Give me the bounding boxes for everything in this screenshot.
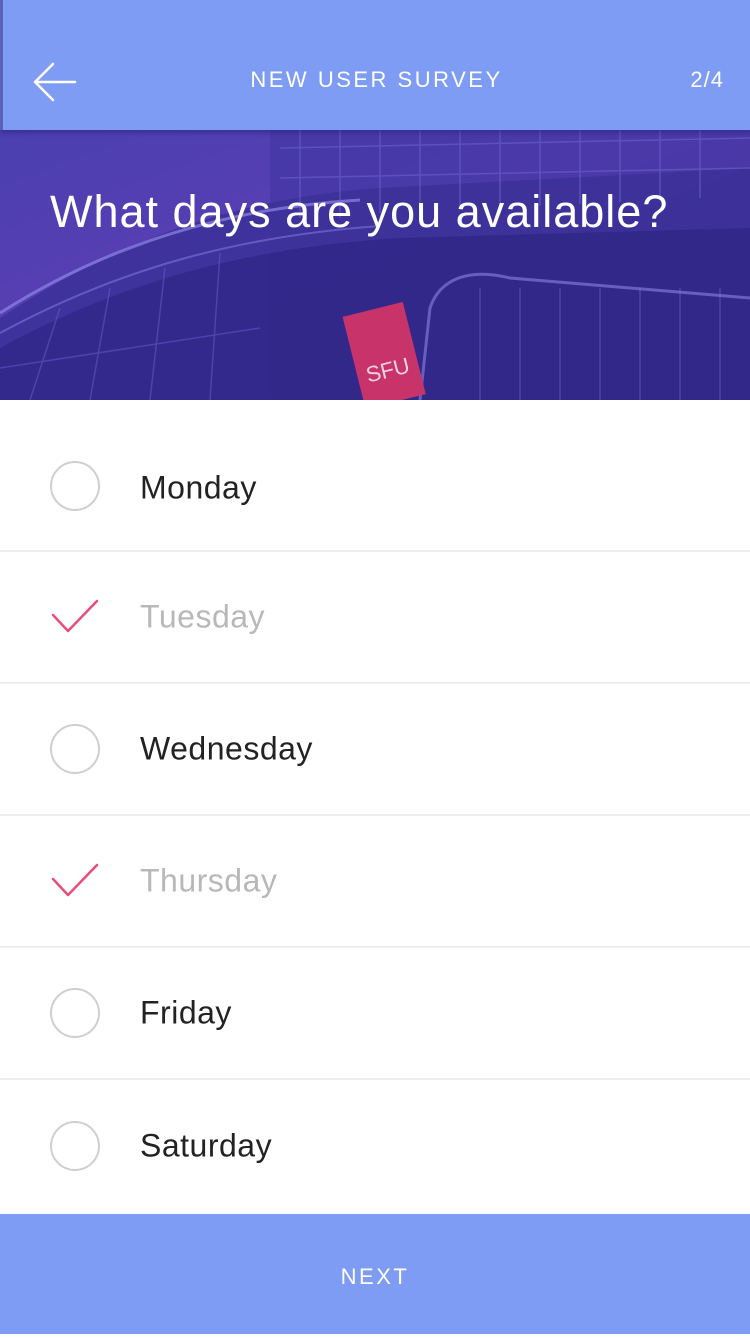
day-label: Monday: [140, 469, 257, 506]
day-label: Wednesday: [140, 730, 313, 767]
navigation-bar: NEW USER SURVEY 2/4: [0, 0, 750, 130]
radio-circle-icon[interactable]: [50, 1121, 100, 1171]
day-option-monday[interactable]: Monday: [0, 400, 750, 552]
hero-banner: SFU What days are you available?: [0, 128, 750, 400]
next-button[interactable]: NEXT: [0, 1214, 750, 1334]
building-photo: SFU: [0, 128, 750, 400]
checkmark-icon: [51, 599, 99, 633]
day-label: Tuesday: [140, 598, 266, 635]
day-option-wednesday[interactable]: Wednesday: [0, 684, 750, 816]
radio-circle-icon[interactable]: [50, 461, 100, 511]
day-label: Thursday: [140, 862, 278, 899]
day-label: Saturday: [140, 1127, 273, 1164]
day-option-saturday[interactable]: Saturday: [0, 1080, 750, 1212]
page-title: NEW USER SURVEY: [250, 67, 503, 92]
day-label: Friday: [140, 994, 232, 1031]
step-counter: 2/4: [690, 67, 724, 92]
day-list: Monday Tuesday Wednesday Thursday Friday Satu…: [0, 400, 750, 1212]
day-option-friday[interactable]: Friday: [0, 948, 750, 1080]
day-option-tuesday[interactable]: Tuesday: [0, 552, 750, 684]
radio-circle-icon[interactable]: [50, 988, 100, 1038]
day-option-thursday[interactable]: Thursday: [0, 816, 750, 948]
checkmark-icon: [51, 863, 99, 897]
radio-circle-icon[interactable]: [50, 724, 100, 774]
survey-question: What days are you available?: [50, 186, 669, 237]
